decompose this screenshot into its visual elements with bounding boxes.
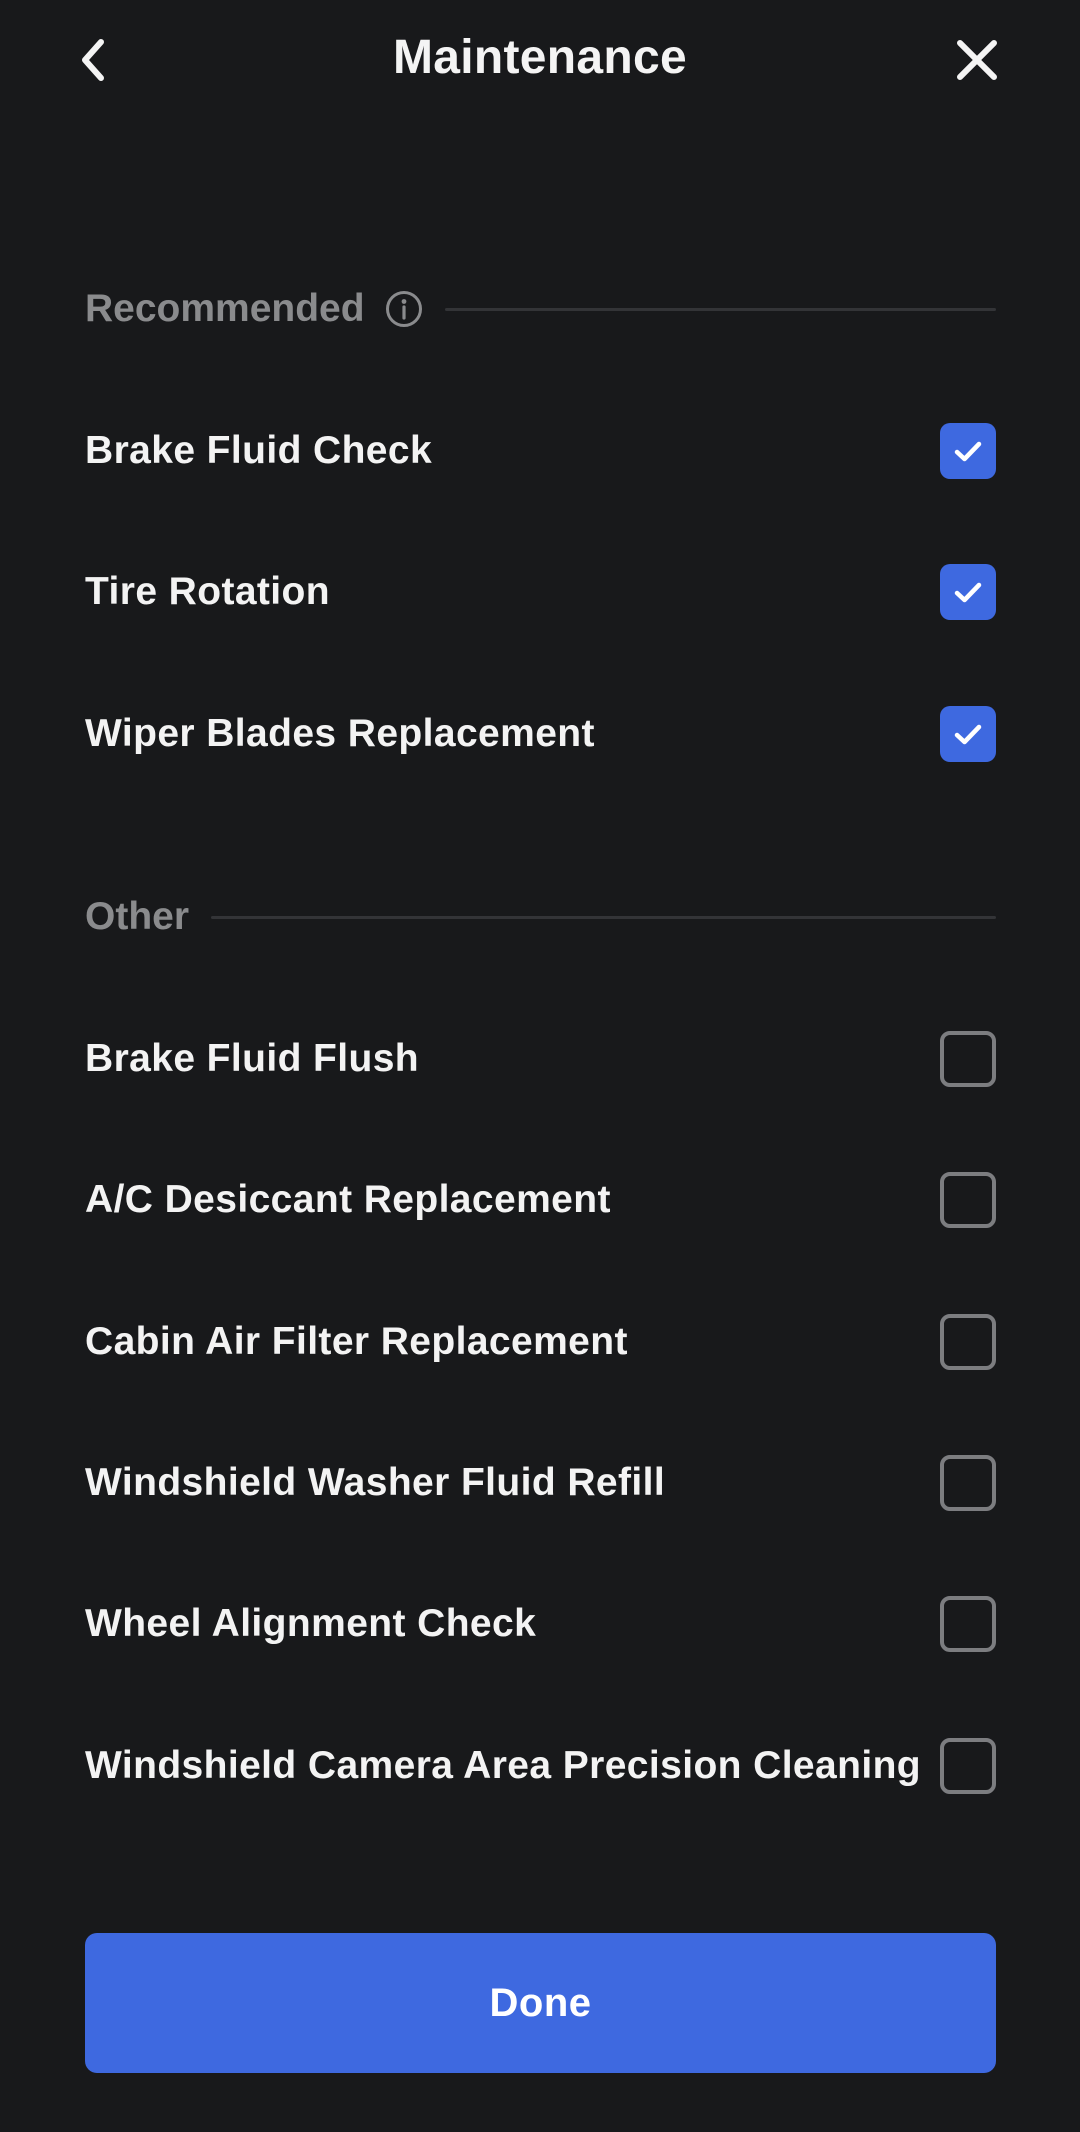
done-button[interactable]: Done <box>85 1933 996 2073</box>
maintenance-item-brake-fluid-flush[interactable]: Brake Fluid Flush <box>85 1009 996 1109</box>
checkbox-unchecked[interactable] <box>940 1314 996 1370</box>
item-label: Windshield Washer Fluid Refill <box>85 1461 666 1504</box>
item-label: A/C Desiccant Replacement <box>85 1178 611 1221</box>
section-header-other: Other <box>85 887 996 947</box>
checkbox-unchecked[interactable] <box>940 1031 996 1087</box>
checkbox-checked[interactable] <box>940 564 996 620</box>
maintenance-item-wiper-blades-replacement[interactable]: Wiper Blades Replacement <box>85 684 996 784</box>
item-label: Wheel Alignment Check <box>85 1602 537 1645</box>
section-divider <box>211 915 996 919</box>
section-title-recommended: Recommended <box>85 287 365 330</box>
item-label: Brake Fluid Flush <box>85 1037 420 1080</box>
close-icon <box>957 40 997 80</box>
checkmark-icon <box>954 582 982 603</box>
item-label: Wiper Blades Replacement <box>85 712 595 755</box>
checkmark-icon <box>954 724 982 745</box>
done-button-label: Done <box>489 1980 592 2025</box>
item-label: Windshield Camera Area Precision Cleanin… <box>85 1744 922 1787</box>
page-title: Maintenance <box>392 31 688 84</box>
checkbox-unchecked[interactable] <box>940 1172 996 1228</box>
checkbox-checked[interactable] <box>940 706 996 762</box>
maintenance-item-brake-fluid-check[interactable]: Brake Fluid Check <box>85 401 996 501</box>
checkbox-unchecked[interactable] <box>940 1596 996 1652</box>
section-title-other: Other <box>85 895 190 938</box>
item-label: Tire Rotation <box>85 570 330 613</box>
section-header-recommended: Recommended <box>85 279 996 339</box>
maintenance-item-cabin-air-filter-replacement[interactable]: Cabin Air Filter Replacement <box>85 1292 996 1392</box>
checkbox-checked[interactable] <box>940 423 996 479</box>
header-bar: Maintenance <box>0 0 1080 120</box>
info-icon[interactable] <box>385 290 423 328</box>
maintenance-item-tire-rotation[interactable]: Tire Rotation <box>85 542 996 642</box>
checkmark-icon <box>954 441 982 462</box>
checkbox-unchecked[interactable] <box>940 1738 996 1794</box>
checkbox-unchecked[interactable] <box>940 1455 996 1511</box>
maintenance-item-windshield-washer-fluid-refill[interactable]: Windshield Washer Fluid Refill <box>85 1433 996 1533</box>
section-divider <box>444 307 996 311</box>
item-label: Brake Fluid Check <box>85 429 433 472</box>
maintenance-item-wheel-alignment-check[interactable]: Wheel Alignment Check <box>85 1574 996 1674</box>
maintenance-item-ac-desiccant-replacement[interactable]: A/C Desiccant Replacement <box>85 1150 996 1250</box>
maintenance-item-windshield-camera-area-precision-cleaning[interactable]: Windshield Camera Area Precision Cleanin… <box>85 1716 996 1816</box>
close-button[interactable] <box>937 20 1017 100</box>
item-label: Cabin Air Filter Replacement <box>85 1320 628 1363</box>
